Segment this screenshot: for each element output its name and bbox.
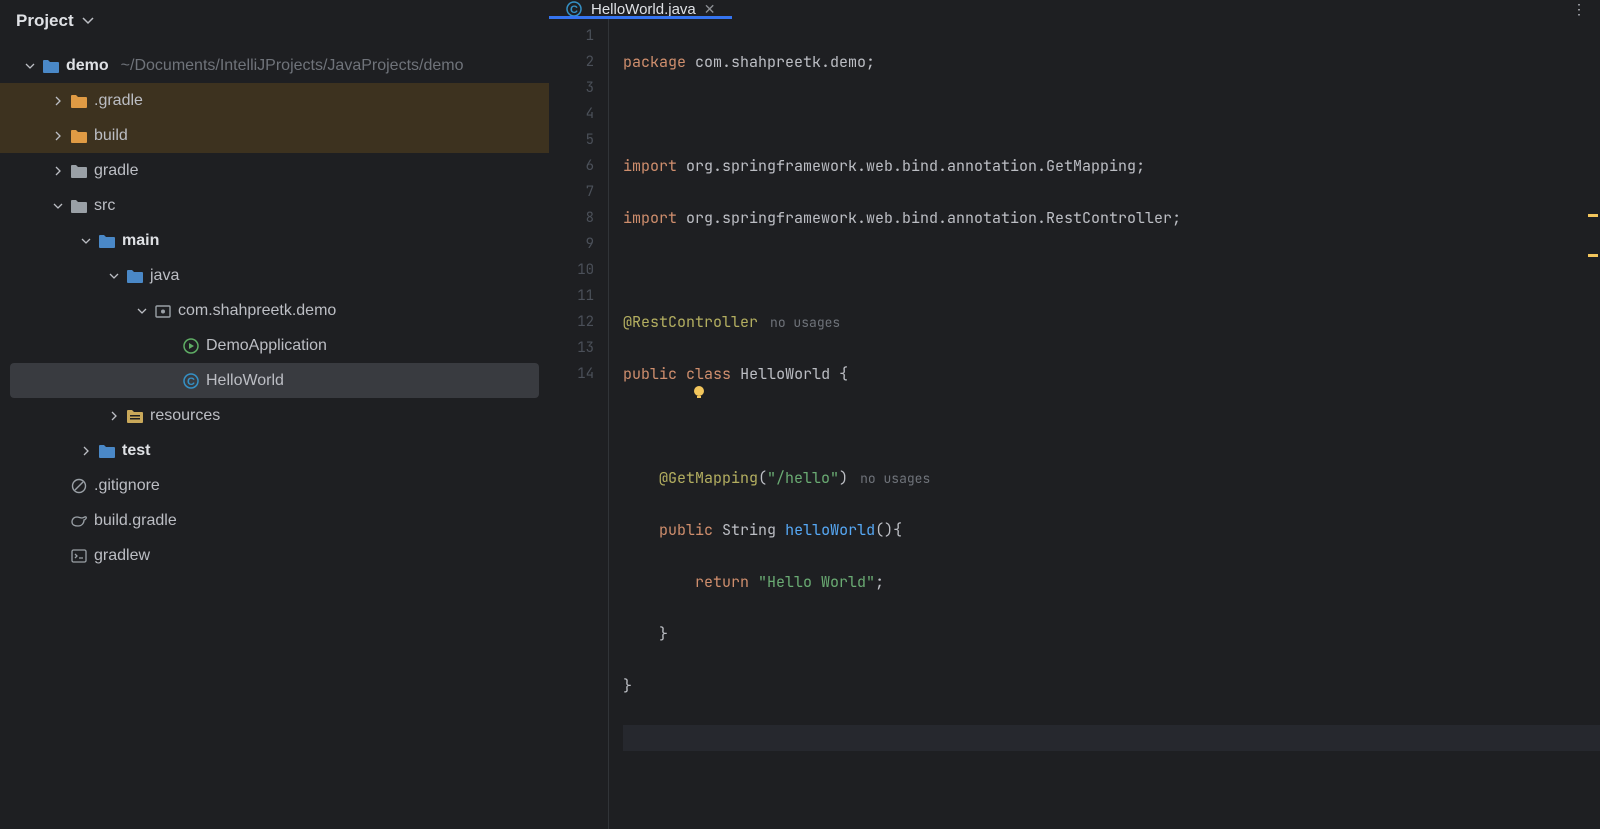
tree-node[interactable]: gradle xyxy=(0,153,549,188)
chevron-down-icon[interactable] xyxy=(52,200,64,212)
chevron-right-icon[interactable] xyxy=(52,165,64,177)
node-label: com.shahpreetk.demo xyxy=(178,302,336,320)
tree-node[interactable]: DemoApplication xyxy=(0,328,549,363)
node-label: test xyxy=(122,442,150,460)
more-icon[interactable]: ⋮ xyxy=(1572,1,1588,18)
source-folder-icon xyxy=(98,232,116,250)
project-tool-header[interactable]: Project xyxy=(0,0,549,42)
line-gutter[interactable]: 1234567 891011121314 xyxy=(549,19,609,829)
tree-node[interactable]: src xyxy=(0,188,549,223)
node-label: build xyxy=(94,127,128,145)
usage-hint[interactable]: no usages xyxy=(758,314,840,331)
svg-text:C: C xyxy=(570,4,578,16)
terminal-icon xyxy=(70,547,88,565)
tab-title: HelloWorld.java xyxy=(591,1,696,18)
chevron-right-icon[interactable] xyxy=(108,410,120,422)
project-title: Project xyxy=(16,11,74,31)
project-sidebar: Project demo ~/Documents/IntelliJProject… xyxy=(0,0,549,613)
runnable-class-icon xyxy=(182,337,200,355)
tree-node[interactable]: main xyxy=(0,223,549,258)
module-icon xyxy=(42,57,60,75)
editor-body[interactable]: 1234567 891011121314 package com.shahpre… xyxy=(549,19,1600,829)
node-label: src xyxy=(94,197,115,215)
node-label: .gradle xyxy=(94,92,143,110)
chevron-down-icon[interactable] xyxy=(82,15,94,27)
tree-node[interactable]: java xyxy=(0,258,549,293)
code-area[interactable]: package com.shahpreetk.demo; import org.… xyxy=(609,19,1600,829)
node-label: main xyxy=(122,232,159,250)
root-path: ~/Documents/IntelliJProjects/JavaProject… xyxy=(121,57,464,75)
chevron-down-icon[interactable] xyxy=(136,305,148,317)
chevron-down-icon[interactable] xyxy=(80,235,92,247)
close-icon[interactable]: ✕ xyxy=(704,1,716,18)
folder-icon xyxy=(70,162,88,180)
tree-node[interactable]: com.shahpreetk.demo xyxy=(0,293,549,328)
usage-hint[interactable]: no usages xyxy=(848,470,930,487)
editor-tabs: C HelloWorld.java ✕ ⋮ xyxy=(549,0,1600,19)
class-icon: C xyxy=(182,372,200,390)
chevron-down-icon[interactable] xyxy=(24,60,36,72)
tree-node[interactable]: .gitignore xyxy=(0,468,549,503)
tree-node[interactable]: gradlew xyxy=(0,538,549,573)
chevron-right-icon[interactable] xyxy=(80,445,92,457)
package-icon xyxy=(154,302,172,320)
error-stripe[interactable] xyxy=(1586,19,1598,829)
editor-tab[interactable]: C HelloWorld.java ✕ xyxy=(549,0,732,18)
root-name: demo xyxy=(66,57,109,75)
node-label: resources xyxy=(150,407,220,425)
project-tree: demo ~/Documents/IntelliJProjects/JavaPr… xyxy=(0,42,549,613)
node-label: DemoApplication xyxy=(206,337,327,355)
class-icon: C xyxy=(565,0,583,18)
gradle-elephant-icon xyxy=(70,512,88,530)
tree-node[interactable]: build.gradle xyxy=(0,503,549,538)
chevron-right-icon[interactable] xyxy=(52,95,64,107)
folder-icon xyxy=(70,197,88,215)
tree-node[interactable]: resources xyxy=(0,398,549,433)
node-label: build.gradle xyxy=(94,512,177,530)
node-label: gradlew xyxy=(94,547,150,565)
test-folder-icon xyxy=(98,442,116,460)
folder-icon xyxy=(70,92,88,110)
node-label: gradle xyxy=(94,162,138,180)
tree-node-selected[interactable]: C HelloWorld xyxy=(10,363,539,398)
tree-node-root[interactable]: demo ~/Documents/IntelliJProjects/JavaPr… xyxy=(0,48,549,83)
tree-node[interactable]: test xyxy=(0,433,549,468)
tree-node[interactable]: .gradle xyxy=(0,83,549,118)
tree-node[interactable]: build xyxy=(0,118,549,153)
node-label: HelloWorld xyxy=(206,372,284,390)
node-label: java xyxy=(150,267,179,285)
source-folder-icon xyxy=(126,267,144,285)
node-label: .gitignore xyxy=(94,477,160,495)
intention-bulb-icon[interactable] xyxy=(619,356,635,372)
resources-folder-icon xyxy=(126,407,144,425)
svg-text:C: C xyxy=(187,376,195,388)
editor-area: C HelloWorld.java ✕ ⋮ ⚠ 2 1234567 891011… xyxy=(549,0,1600,613)
folder-icon xyxy=(70,127,88,145)
gitignore-icon xyxy=(70,477,88,495)
chevron-right-icon[interactable] xyxy=(52,130,64,142)
chevron-down-icon[interactable] xyxy=(108,270,120,282)
